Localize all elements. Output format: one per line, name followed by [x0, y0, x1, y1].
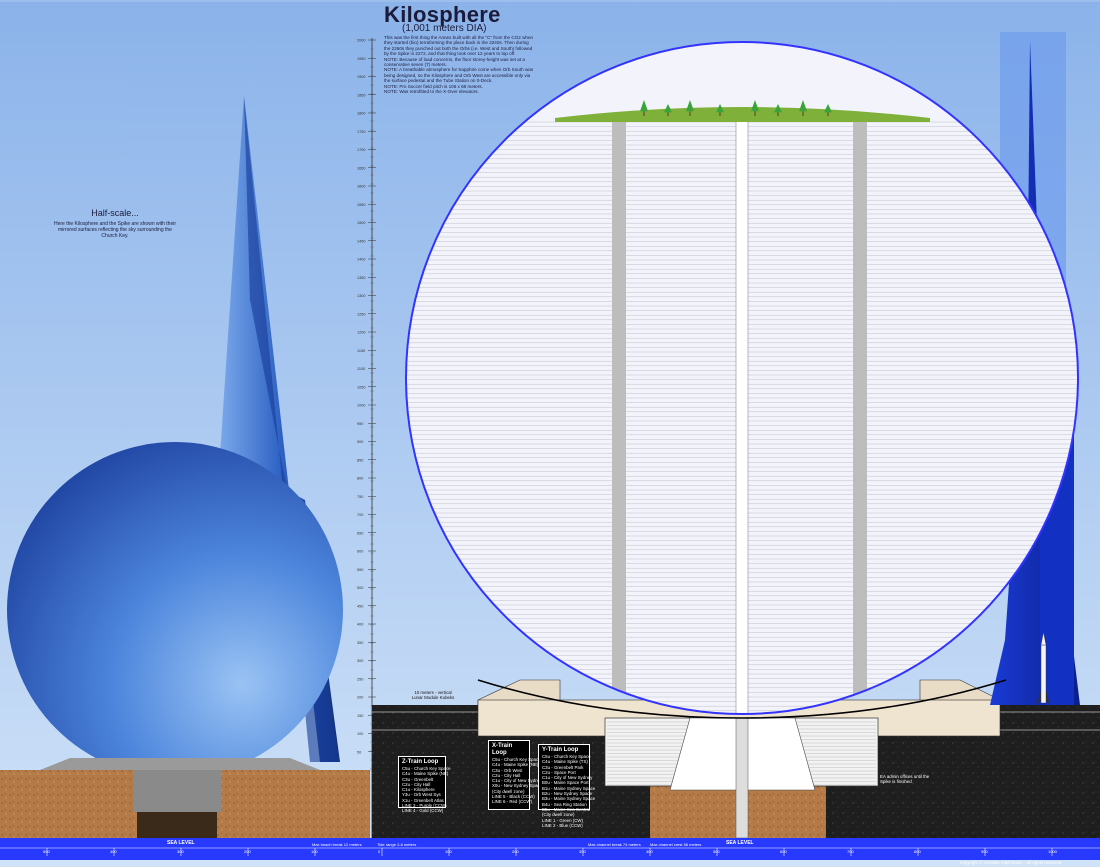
ruler-label: 2000 [357, 39, 365, 43]
notes-block: This was the first thing the Annex built… [384, 35, 534, 94]
center-shaft-lower [735, 717, 749, 839]
bottom-scale-label: 500 [43, 849, 50, 854]
ea-admin-note: EA admin offices until the Spike is fini… [880, 774, 930, 784]
left-pedestal [40, 758, 320, 770]
ruler-label: 250 [357, 677, 363, 681]
ruler-label: 450 [357, 604, 363, 608]
ruler-label: 1850 [357, 93, 365, 97]
elevator-core-right [853, 115, 867, 714]
tide-range-label: Tide range 2-6 meters [377, 842, 417, 847]
ruler-label: 1250 [357, 312, 365, 316]
bottom-scale-label: 100 [311, 849, 318, 854]
z-train-loop-box: Z-Train Loop C5u - Church Key Space C4u -… [398, 756, 451, 813]
bottom-scale-label: 300 [177, 849, 184, 854]
cross-section-diagram: 2000 1950 1900 1850 1800 1750 1700 1650 1600 1550… [0, 0, 1100, 867]
ruler-label: 500 [357, 586, 363, 590]
ruler-label: 150 [357, 714, 363, 718]
ruler-label: 1500 [357, 221, 365, 225]
ruler-label: 550 [357, 568, 363, 572]
ruler-label: 750 [357, 495, 363, 499]
transit-line-item: B3u - Maine Sydney Space [542, 796, 596, 802]
bottom-scale-label: 500 [713, 849, 720, 854]
half-scale-kilosphere [7, 442, 343, 778]
transit-line-item: C4u - Maine Spike (TS) [542, 759, 588, 765]
note-paragraph: NOTE: Was retrofitted to the X-Over elev… [384, 89, 479, 95]
bottom-scale-bar [0, 838, 1100, 860]
ruler-label: 1450 [357, 239, 365, 243]
ruler-label: 950 [357, 422, 363, 426]
transit-line-item: X0u - New Sydney Space [492, 783, 543, 789]
ruler-label: 1700 [357, 148, 365, 152]
ruler-label: 650 [357, 531, 363, 535]
ruler-label: 1150 [357, 349, 365, 353]
ruler-label: 850 [357, 458, 363, 462]
ruler-label: 300 [357, 659, 363, 663]
bottom-scale-label: 200 [512, 849, 519, 854]
channel-crest-label: Max channel crest 56 meters [650, 842, 702, 847]
x-train-title: X-Train Loop [492, 743, 513, 756]
ruler-label: 1900 [357, 75, 365, 79]
transit-line-item: LINE 4 - Gold (CCW) [402, 808, 444, 814]
ruler-label: 700 [357, 513, 363, 517]
transit-line-item: LINE 2 - Blue (CCW) [542, 822, 583, 828]
halfscale-heading: Half-scale... [91, 208, 139, 218]
ruler-label: 1300 [357, 294, 365, 298]
ruler-label: 1400 [357, 258, 365, 262]
note-paragraph: This was the first thing the Annex built… [384, 35, 534, 57]
bottom-scale-label: 300 [579, 849, 586, 854]
ruler-label: 200 [357, 696, 363, 700]
ruler-label: 1550 [357, 203, 365, 207]
ruler-label: 50 [357, 750, 361, 754]
ruler-label: 1100 [357, 367, 365, 371]
sea-level-label-left: SEA LEVEL [167, 840, 195, 846]
ruler-label: 1350 [357, 276, 365, 280]
transit-line-item: LINE 6 - Red (CCW) [492, 799, 533, 805]
transit-line-item: C4u - Maine Spike (NE) [492, 762, 539, 768]
transit-line-item: B0u - Maine Space Port [542, 780, 589, 786]
bottom-scale-label: 600 [780, 849, 787, 854]
bottom-scale-label: 800 [914, 849, 921, 854]
center-shaft [735, 114, 749, 714]
lunar-module-note: 10 meters - vertical Lunar Module Kubeks [411, 690, 455, 700]
sea-level-label-right: SEA LEVEL [726, 840, 754, 846]
bottom-scale-label: 100 [445, 849, 452, 854]
halfscale-description: Here the Kilosphere and the Spike are sh… [53, 221, 176, 239]
ruler-label: 900 [357, 440, 363, 444]
bottom-scale-label: 700 [847, 849, 854, 854]
bottom-scale-label: 900 [981, 849, 988, 854]
ruler-label: 1650 [357, 166, 365, 170]
note-paragraph: NOTE: Because of load concerns, the floo… [384, 56, 525, 68]
ruler-label: 1000 [357, 404, 365, 408]
ruler-label: 350 [357, 641, 363, 645]
page-subtitle: (1,001 meters DIA) [402, 23, 487, 34]
left-shaft-base [137, 812, 217, 838]
beach-break-label: Max beach break 12 meters [312, 842, 362, 847]
ruler-label: 100 [357, 732, 363, 736]
ruler-label: 600 [357, 550, 363, 554]
ruler-label: 1950 [357, 57, 365, 61]
bottom-scale-label: 400 [646, 849, 653, 854]
ruler-label: 1200 [357, 331, 365, 335]
copyright: copyright © nicholas ralph baum - all ri… [960, 860, 1062, 865]
elevator-core-left [612, 115, 626, 714]
ruler-label: 1750 [357, 130, 365, 134]
bottom-scale-label: 400 [110, 849, 117, 854]
bottom-scale-label: 200 [244, 849, 251, 854]
ruler-label: 400 [357, 623, 363, 627]
x-train-loop-box: X-Train Loop C5u - Church Key Space C4u -… [488, 740, 543, 810]
left-shaft [133, 770, 221, 812]
ruler-label: 1050 [357, 385, 365, 389]
ruler-label: 1600 [357, 185, 365, 189]
ruler-label: 800 [357, 477, 363, 481]
z-train-title: Z-Train Loop [402, 759, 439, 765]
y-train-loop-box: Y-Train Loop C5u - Church Key Space C4u -… [538, 744, 596, 828]
ruler-label: 1800 [357, 112, 365, 116]
bottom-scale-label: 1000 [1048, 849, 1058, 854]
note-paragraph: NOTE: A breathable atmosphere for Sapphi… [384, 67, 534, 84]
transit-line-item: C4u - Maine Spike (NE) [402, 771, 449, 777]
y-train-title: Y-Train Loop [542, 747, 579, 753]
channel-break-label: Max channel break 74 meters [588, 842, 641, 847]
